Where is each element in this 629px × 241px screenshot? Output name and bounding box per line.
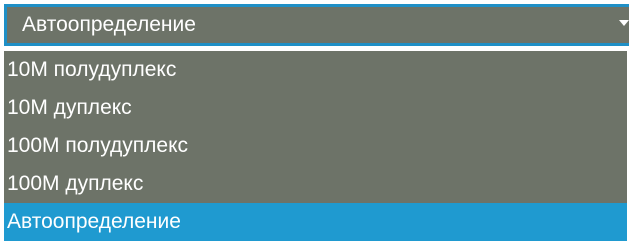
select-current-value: Автоопределение bbox=[22, 13, 196, 36]
option-10m-full-duplex[interactable]: 10M дуплекс bbox=[4, 89, 627, 127]
dropdown-options-list: 10M полудуплекс 10M дуплекс 100M полудуп… bbox=[4, 51, 629, 241]
option-100m-half-duplex[interactable]: 100M полудуплекс bbox=[4, 127, 627, 165]
option-10m-half-duplex[interactable]: 10M полудуплекс bbox=[4, 51, 627, 89]
chevron-down-icon[interactable] bbox=[619, 20, 629, 26]
option-auto-detect[interactable]: Автоопределение bbox=[4, 203, 627, 241]
dropdown-container: Автоопределение 10M полудуплекс 10M дупл… bbox=[0, 0, 629, 241]
option-100m-full-duplex[interactable]: 100M дуплекс bbox=[4, 165, 627, 203]
duplex-mode-select[interactable]: Автоопределение bbox=[4, 4, 629, 46]
